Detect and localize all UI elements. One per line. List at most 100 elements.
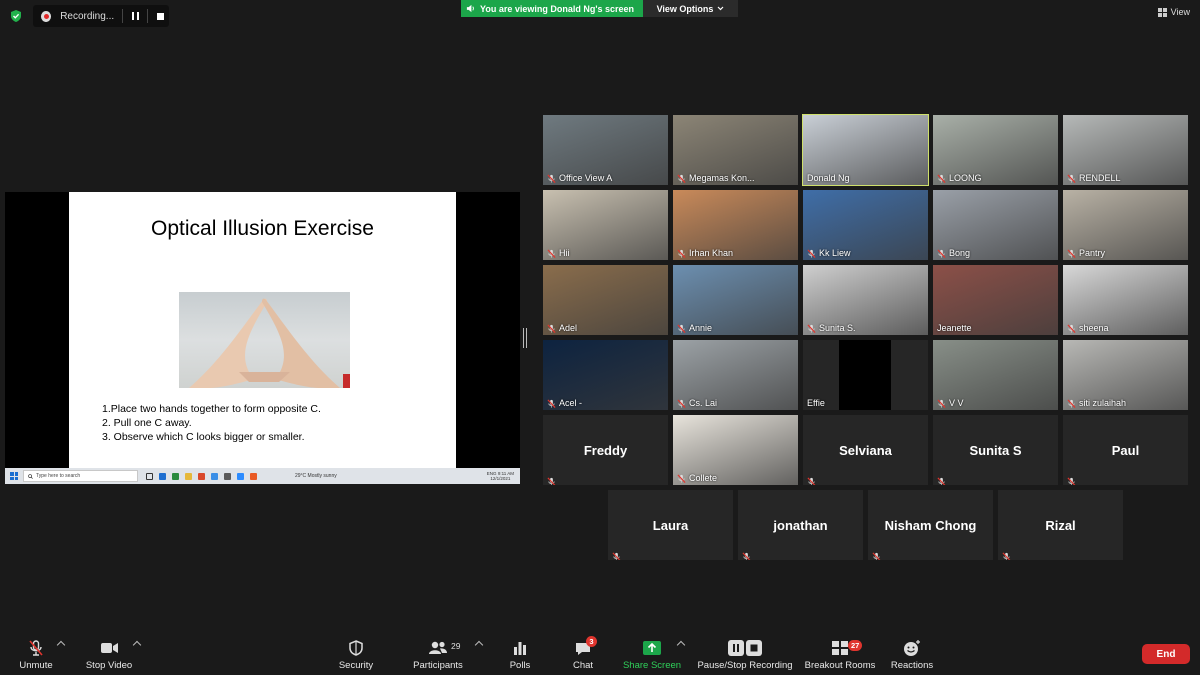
participant-name-label: Office View A [547,173,612,183]
participant-tile[interactable]: Irhan Khan [673,190,798,260]
participant-tile[interactable]: Megamas Kon... [673,115,798,185]
participant-tile[interactable]: RENDELL [1063,115,1188,185]
participants-options-caret-icon[interactable] [474,640,484,650]
participant-name-label: Hii [547,248,570,258]
participant-name: Selviana [839,442,892,458]
taskbar-app-icons [146,472,257,480]
participant-tile[interactable]: Kk Liew [803,190,928,260]
excel-icon [172,472,179,480]
participant-name: V V [949,398,964,408]
app-icon [224,472,231,480]
recording-indicator: Recording... [33,5,169,27]
participant-tile[interactable]: Annie [673,265,798,335]
participant-tile[interactable]: sheena [1063,265,1188,335]
windows-start-icon [10,472,18,480]
microphone-muted-icon [1002,548,1011,560]
participant-tile[interactable]: siti zulaihah [1063,340,1188,410]
participant-name-label: siti zulaihah [1067,398,1126,408]
participant-tile[interactable]: Hii [543,190,668,260]
microphone-muted-icon [547,473,556,485]
microphone-muted-icon [547,173,556,183]
participant-tile[interactable]: Rizal [998,490,1123,560]
participant-name: Sunita S. [819,323,856,333]
microphone-muted-icon [742,548,751,560]
powerpoint-icon [198,472,205,480]
participants-count: 29 [451,641,461,651]
participant-tile[interactable]: Office View A [543,115,668,185]
participant-name: Jeanette [937,323,972,333]
view-layout-button[interactable]: View [1157,7,1190,17]
microphone-muted-icon [547,323,556,333]
windows-taskbar: Type here to search 29°C Mostly sunny EN… [5,468,520,484]
participant-tile[interactable]: Sunita S [933,415,1058,485]
shared-screen[interactable]: Optical Illusion Exercise 1.Place two ha… [5,192,520,484]
participant-tile[interactable]: Cs. Lai [673,340,798,410]
audio-options-caret-icon[interactable] [56,640,66,650]
participant-tile[interactable]: jonathan [738,490,863,560]
participant-tile[interactable]: Paul [1063,415,1188,485]
participant-tile[interactable]: Selviana [803,415,928,485]
pause-recording-button[interactable] [127,7,144,25]
taskbar-clock: ENG 9:11 AM 12/1/2021 [487,471,514,481]
microphone-muted-icon [807,248,816,258]
participant-tile[interactable]: Bong [933,190,1058,260]
zoom-icon [237,472,244,480]
participant-tile[interactable]: Nisham Chong [868,490,993,560]
hands-photo [179,292,350,388]
microphone-muted-icon [872,548,881,560]
participant-name: Bong [949,248,971,258]
pause-stop-recording-button[interactable]: Pause/Stop Recording [697,630,793,675]
stop-video-button[interactable]: Stop Video [82,630,136,675]
participant-tile[interactable]: Freddy [543,415,668,485]
participant-tile[interactable]: Pantry [1063,190,1188,260]
encryption-shield-icon[interactable] [9,9,23,23]
participant-name: Donald Ng [807,173,850,183]
participant-tile[interactable]: Donald Ng [802,114,929,186]
microphone-muted-icon [1067,248,1076,258]
participant-name: Effie [807,398,825,408]
microphone-muted-icon [937,248,946,258]
participant-name-label: RENDELL [1067,173,1121,183]
polls-bar-chart-icon [514,642,526,655]
participant-name: Paul [1111,442,1140,458]
security-button[interactable]: Security [335,630,377,675]
end-meeting-button[interactable]: End [1142,644,1190,664]
participant-name-label: LOONG [937,173,982,183]
microphone-muted-icon [677,323,686,333]
slide-title: Optical Illusion Exercise [151,217,374,240]
split-view-handle[interactable] [523,328,527,348]
participants-icon [429,641,447,654]
participant-tile[interactable]: Effie [803,340,928,410]
participant-tile[interactable]: Sunita S. [803,265,928,335]
word-icon [159,472,166,480]
slide-step: 1.Place two hands together to form oppos… [102,403,321,415]
participant-tile[interactable]: V V [933,340,1058,410]
chat-unread-badge: 3 [586,636,597,647]
slide-steps: 1.Place two hands together to form oppos… [102,402,321,444]
microphone-muted-icon [937,473,946,485]
polls-button[interactable]: Polls [503,630,537,675]
presentation-slide: Optical Illusion Exercise 1.Place two ha… [69,192,456,468]
view-options-button[interactable]: View Options [643,0,738,17]
breakout-rooms-label: Breakout Rooms [804,660,876,671]
participant-tile[interactable]: Collete [673,415,798,485]
microphone-muted-icon [937,173,946,183]
participant-tile[interactable]: Adel [543,265,668,335]
share-screen-button[interactable]: Share Screen [622,630,682,675]
unmute-button[interactable]: Unmute [14,630,58,675]
breakout-rooms-button[interactable]: Breakout Rooms [804,630,876,675]
participant-name: Adel [559,323,578,333]
speaker-icon [466,4,474,13]
microphone-muted-icon [29,640,43,656]
participant-tile[interactable]: Jeanette [933,265,1058,335]
stop-recording-button[interactable] [152,7,169,25]
recording-control-label: Pause/Stop Recording [697,660,793,671]
breakout-rooms-icon [832,641,848,655]
participants-button[interactable]: Participants [410,630,466,675]
participant-tile[interactable]: Laura [608,490,733,560]
participant-tile[interactable]: Acel - [543,340,668,410]
microphone-muted-icon [677,248,686,258]
view-label: View [1170,7,1190,17]
participant-tile[interactable]: LOONG [933,115,1058,185]
reactions-button[interactable]: Reactions [889,630,935,675]
